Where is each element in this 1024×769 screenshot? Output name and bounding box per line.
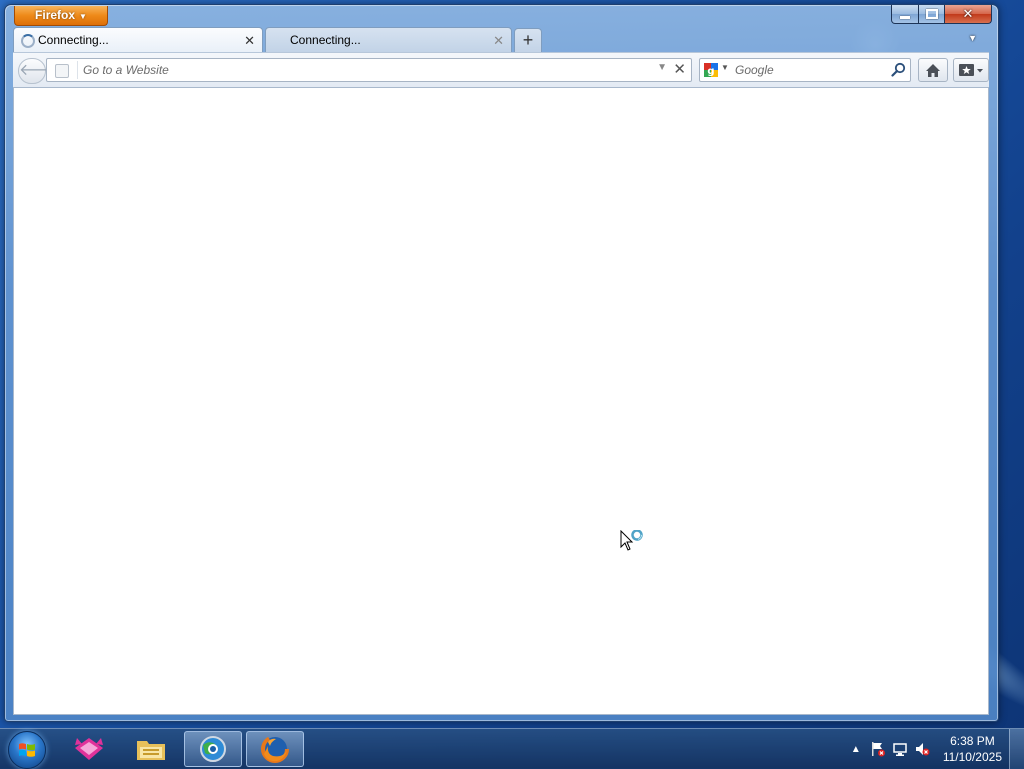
clock-date: 11/10/2025 <box>942 750 1002 764</box>
window-caption-buttons: ✕ <box>891 5 992 24</box>
loading-throbber-icon <box>21 34 35 48</box>
volume-muted-icon[interactable] <box>911 738 933 760</box>
maximize-button[interactable] <box>919 5 945 24</box>
show-desktop-button[interactable] <box>1009 729 1024 769</box>
bookmarks-star-icon <box>959 64 983 76</box>
list-all-tabs-icon[interactable]: ▼ <box>968 33 977 43</box>
action-center-icon[interactable] <box>867 738 889 760</box>
new-tab-button[interactable]: + <box>514 28 542 53</box>
tab-strip: Connecting... ✕ Connecting... ✕ + ▼ <box>13 27 983 53</box>
url-bar[interactable]: ▼ ✕ <box>46 58 692 82</box>
firefox-icon <box>261 735 289 763</box>
tab-1[interactable]: Connecting... ✕ <box>13 27 263 52</box>
svg-text:g: g <box>707 66 714 77</box>
history-dropdown-icon[interactable]: ▼ <box>657 62 667 73</box>
urlbar-divider <box>77 61 78 79</box>
site-identity-icon[interactable] <box>55 64 69 78</box>
search-engine-dropdown-icon[interactable]: ▼ <box>721 63 729 72</box>
tab-title: Connecting... <box>38 33 109 47</box>
taskbar: ▲ 6:38 PM 11/10/2025 <box>0 728 1024 769</box>
show-hidden-icons-arrow[interactable]: ▲ <box>845 738 867 760</box>
url-input[interactable] <box>83 61 643 79</box>
maximize-icon <box>925 9 938 19</box>
system-clock[interactable]: 6:38 PM 11/10/2025 <box>943 733 1002 765</box>
tab-close-icon[interactable]: ✕ <box>244 28 255 53</box>
search-bar[interactable]: g ▼ <box>699 58 911 82</box>
home-icon <box>926 63 940 77</box>
notification-area: ▲ 6:38 PM 11/10/2025 <box>845 729 1002 769</box>
plus-icon: + <box>522 30 534 50</box>
firefox-menu-button[interactable]: Firefox ▼ <box>14 6 108 26</box>
speaker-muted-icon <box>915 743 930 756</box>
taskbar-file-explorer[interactable] <box>122 731 180 767</box>
stop-icon[interactable]: ✕ <box>673 60 686 78</box>
flag-alert-icon <box>871 742 885 757</box>
app-icon <box>75 738 103 760</box>
bookmarks-button[interactable] <box>953 58 989 82</box>
network-monitor-icon <box>893 743 907 756</box>
network-icon[interactable] <box>889 738 911 760</box>
minimize-icon <box>900 15 910 19</box>
explorer-icon <box>137 741 165 760</box>
browser-window: Firefox ▼ ✕ Connecting... ✕ Connecting...… <box>4 4 999 722</box>
search-input[interactable] <box>735 61 885 79</box>
home-button[interactable] <box>918 58 948 82</box>
taskbar-browser[interactable] <box>184 731 242 767</box>
clock-time: 6:38 PM <box>950 734 995 748</box>
close-icon: ✕ <box>962 6 974 21</box>
navigation-toolbar: 🡐 ▼ ✕ g ▼ <box>13 52 989 88</box>
tab-title: Connecting... <box>290 33 361 47</box>
page-content-area[interactable] <box>13 87 989 715</box>
chevron-down-icon: ▼ <box>79 12 87 21</box>
busy-cursor-icon <box>620 530 643 551</box>
firefox-menu-label: Firefox <box>35 8 76 22</box>
windows-logo-icon <box>19 743 35 757</box>
taskbar-app-1[interactable] <box>60 731 118 767</box>
tab-close-icon[interactable]: ✕ <box>493 28 504 53</box>
minimize-button[interactable] <box>891 5 919 24</box>
taskbar-firefox[interactable] <box>246 731 304 767</box>
magnifier-icon[interactable] <box>891 62 906 77</box>
tab-2[interactable]: Connecting... ✕ <box>265 27 512 52</box>
close-window-button[interactable]: ✕ <box>945 5 992 24</box>
google-icon[interactable]: g <box>704 63 718 77</box>
start-button[interactable] <box>8 731 46 769</box>
back-button[interactable]: 🡐 <box>18 58 62 84</box>
browser-icon <box>200 736 226 762</box>
